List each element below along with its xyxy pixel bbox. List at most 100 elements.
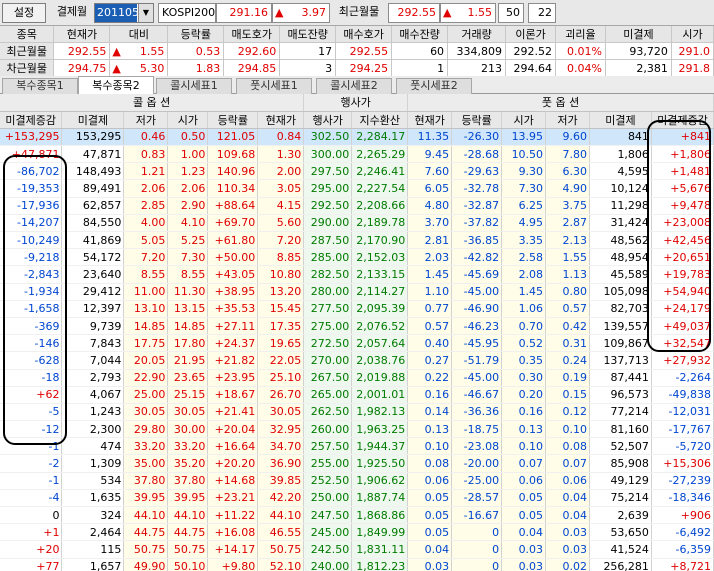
tab-4[interactable]: 풋시세표1	[236, 78, 312, 94]
grid-cell-put-oi: 137,713	[589, 351, 652, 370]
grid-cell-put-oi: 48,954	[589, 248, 652, 267]
grid-cell-put-oi-change: +8,721	[651, 558, 714, 571]
grid-cell-call-price: 8.85	[257, 248, 305, 267]
table-row[interactable]: -12 2,300 29.80 30.00 +20.04 32.95 260.00 1,963…	[0, 420, 714, 439]
grid-cell-put-price: 4.80	[407, 197, 453, 215]
grid-cell-put-oi-change: +5,676	[651, 179, 714, 198]
table-row[interactable]: -10,249 41,869 5.05 5.25 +61.80 7.20 287.50 2,1…	[0, 231, 714, 250]
summary-cell-open: 291.8	[671, 59, 714, 77]
grid-cell-call-oi-change: -5	[0, 403, 63, 422]
grid-cell-call-price: 26.70	[257, 386, 305, 404]
settings-button[interactable]: 설정	[2, 3, 46, 23]
recent-change-value: 1.55	[467, 6, 493, 19]
table-row[interactable]: +20 115 50.75 50.75 +14.17 50.75 242.50 1,831.1…	[0, 540, 714, 559]
table-row[interactable]: +77 1,657 49.90 50.10 +9.80 52.10 240.00 1,812.…	[0, 558, 714, 571]
grid-cell-put-oi-change: +42,456	[651, 231, 714, 250]
table-row[interactable]: -369 9,739 14.85 14.85 +27.11 17.35 275.00 2,07…	[0, 317, 714, 336]
table-row[interactable]: -1,658 12,397 13.10 13.15 +35.53 15.45 277.50 2…	[0, 300, 714, 318]
grid-cell-put-oi-change: -18,346	[651, 489, 714, 508]
index-name: KOSPI200	[158, 3, 216, 23]
table-row[interactable]: -17,936 62,857 2.85 2.90 +88.64 4.15 292.50 2,2…	[0, 197, 714, 215]
grid-cell-call-low: 0.46	[123, 128, 169, 147]
grid-group-row: 콜 옵 션 행사가 풋 옵 션	[0, 94, 714, 112]
table-row[interactable]: +47,871 47,871 0.83 1.00 109.68 1.30 300.00 2,2…	[0, 145, 714, 164]
grid-cell-index-equiv: 2,189.78	[351, 214, 409, 233]
summary-cell-askq: 17	[279, 42, 337, 60]
grid-cell-put-open: 6.25	[501, 197, 547, 215]
table-row[interactable]: -9,218 54,172 7.20 7.30 +50.00 8.85 285.00 2,15…	[0, 248, 714, 267]
grid-cell-call-price: 3.05	[257, 179, 305, 198]
up-triangle-icon: ▲	[443, 6, 452, 19]
table-row[interactable]: -1 534 37.80 37.80 +14.68 39.85 252.50 1,906.62…	[0, 472, 714, 490]
table-row[interactable]: -14,207 84,550 4.00 4.10 +69.70 5.60 290.00 2,1…	[0, 214, 714, 233]
grid-cell-call-rate: +16.08	[207, 523, 259, 542]
tab-1[interactable]: 복수종목1	[2, 78, 78, 94]
grid-cell-call-low: 49.90	[123, 558, 169, 571]
grid-cell-put-rate: -45.69	[451, 265, 503, 284]
table-row[interactable]: -4 1,635 39.95 39.95 +23.21 42.20 250.00 1,887.…	[0, 489, 714, 508]
tab-3[interactable]: 콜시세표1	[156, 78, 232, 94]
grid-cell-strike: 287.50	[303, 231, 353, 250]
grid-cell-put-oi: 87,441	[589, 369, 652, 387]
grid-cell-strike: 290.00	[303, 214, 353, 233]
table-row[interactable]: -1,934 29,412 11.00 11.30 +38.95 13.20 280.00 2…	[0, 283, 714, 301]
table-row[interactable]: 0 324 44.10 44.10 +11.22 44.10 247.50 1,868.86 0…	[0, 506, 714, 525]
summary-col-header: 매도호가	[223, 26, 281, 43]
summary-col-header: 미결제	[605, 26, 672, 43]
grid-cell-put-rate: -26.30	[451, 128, 503, 147]
grid-cell-call-oi-change: -9,218	[0, 248, 63, 267]
table-row[interactable]: -18 2,793 22.90 23.65 +23.95 25.10 267.50 2,019…	[0, 369, 714, 387]
grid-col-header: 시가	[167, 111, 209, 129]
table-row[interactable]: -5 1,243 30.05 30.05 +21.41 30.05 262.50 1,982.…	[0, 403, 714, 422]
grid-cell-put-rate: -51.79	[451, 351, 503, 370]
grid-cell-put-low: 2.87	[545, 214, 590, 233]
table-row[interactable]: -2 1,309 35.00 35.20 +20.20 36.90 255.00 1,925.…	[0, 454, 714, 473]
table-row[interactable]: -628 7,044 20.05 21.95 +21.82 22.05 270.00 2,03…	[0, 351, 714, 370]
expiry-select[interactable]: 201105 ▼	[94, 3, 154, 23]
grid-cell-put-rate: -32.78	[451, 179, 503, 198]
grid-cell-call-oi: 62,857	[61, 197, 125, 215]
count-a[interactable]: 50	[498, 3, 524, 23]
grid-cell-call-low: 4.00	[123, 214, 169, 233]
grid-cell-call-open: 17.80	[167, 334, 209, 353]
grid-cell-put-open: 0.03	[501, 558, 547, 571]
grid-col-header: 행사가	[303, 111, 353, 129]
grid-cell-call-price: 52.10	[257, 558, 305, 571]
table-row[interactable]: +153,295 153,295 0.46 0.50 121.05 0.84 302.50 2…	[0, 128, 714, 147]
table-row[interactable]: -19,353 89,491 2.06 2.06 110.34 3.05 295.00 2,2…	[0, 179, 714, 198]
grid-cell-strike: 267.50	[303, 369, 353, 387]
table-row[interactable]: +62 4,067 25.00 25.15 +18.67 26.70 265.00 2,001…	[0, 386, 714, 404]
grid-cell-call-open: 37.80	[167, 472, 209, 490]
chevron-down-icon[interactable]: ▼	[138, 4, 153, 22]
grid-cell-call-low: 17.75	[123, 334, 169, 353]
count-b[interactable]: 22	[528, 3, 556, 23]
table-row[interactable]: -86,702 148,493 1.21 1.23 140.96 2.00 297.50 2,…	[0, 162, 714, 181]
table-row[interactable]: -146 7,843 17.75 17.80 +24.37 19.65 272.50 2,05…	[0, 334, 714, 353]
grid-cell-call-low: 7.20	[123, 248, 169, 267]
grid-cell-put-oi-change: +841	[651, 128, 714, 147]
grid-cell-call-open: 50.10	[167, 558, 209, 571]
grid-cell-call-oi: 89,491	[61, 179, 125, 198]
grid-cell-call-price: 13.20	[257, 283, 305, 301]
tab-6[interactable]: 풋시세표2	[396, 78, 472, 94]
grid-cell-call-open: 2.06	[167, 179, 209, 198]
grid-cell-call-rate: +88.64	[207, 197, 259, 215]
summary-cell-oi: 93,720	[605, 42, 672, 60]
grid-cell-put-low: 0.15	[545, 386, 590, 404]
tab-5[interactable]: 콜시세표2	[316, 78, 392, 94]
grid-cell-call-oi: 534	[61, 472, 125, 490]
grid-cell-put-low: 0.03	[545, 523, 590, 542]
tab-2[interactable]: 복수종목2	[78, 76, 154, 94]
table-row[interactable]: -1 474 33.20 33.20 +16.64 34.70 257.50 1,944.37…	[0, 437, 714, 456]
grid-col-header: 지수환산	[351, 111, 409, 129]
grid-cell-put-price: 2.03	[407, 248, 453, 267]
grid-cell-put-low: 0.31	[545, 334, 590, 353]
grid-cell-strike: 247.50	[303, 506, 353, 525]
table-row[interactable]: -2,843 23,640 8.55 8.55 +43.05 10.80 282.50 2,1…	[0, 265, 714, 284]
summary-cell-chg: ▲ 1.55	[109, 42, 169, 60]
summary-col-header: 시가	[671, 26, 714, 43]
strike-group-header: 행사가	[303, 94, 409, 112]
table-row[interactable]: +1 2,464 44.75 44.75 +16.08 46.55 245.00 1,849.…	[0, 523, 714, 542]
grid-cell-put-oi-change: -6,359	[651, 540, 714, 559]
grid-cell-put-rate: -36.85	[451, 231, 503, 250]
